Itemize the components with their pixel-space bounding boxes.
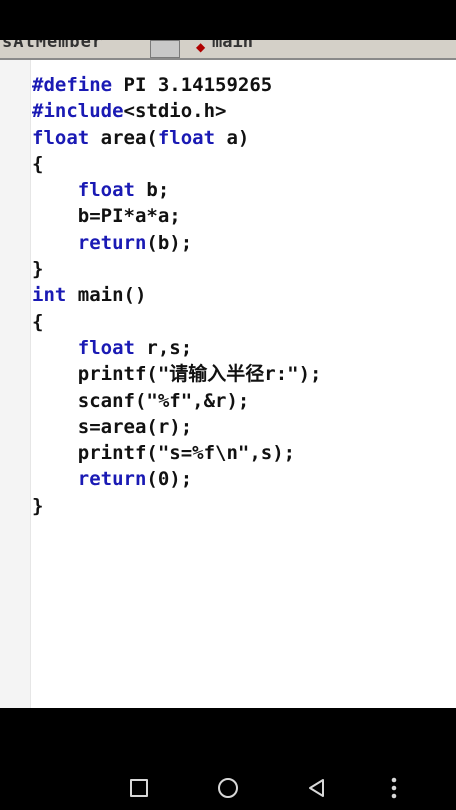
- back-button[interactable]: [297, 768, 337, 808]
- toolbar-class-combo-text[interactable]: sAtMember: [2, 40, 103, 52]
- code-text: b;: [134, 179, 170, 202]
- code-line[interactable]: float area(float a): [32, 125, 321, 151]
- code-text: b=PI*a*a;: [32, 205, 181, 228]
- code-text: area(: [89, 126, 158, 149]
- code-text: (b);: [146, 231, 193, 254]
- code-text-area[interactable]: #define PI 3.14159265 #include<stdio.h> fl…: [32, 72, 321, 519]
- code-keyword: float: [77, 336, 135, 359]
- code-line[interactable]: #include<stdio.h>: [32, 98, 321, 124]
- code-keyword: float: [32, 126, 90, 149]
- code-text: (0);: [146, 468, 193, 491]
- recents-button[interactable]: [119, 768, 159, 808]
- code-keyword: #define: [32, 74, 113, 96]
- code-line[interactable]: {: [32, 309, 321, 335]
- code-keyword: float: [157, 126, 216, 149]
- code-line[interactable]: #define PI 3.14159265: [32, 72, 321, 98]
- code-text: {: [32, 310, 44, 333]
- code-text: }: [32, 258, 44, 281]
- code-line[interactable]: scanf("%f",&r);: [32, 388, 321, 414]
- toolbar-function-combo-text[interactable]: main: [212, 40, 253, 52]
- code-line[interactable]: }: [32, 256, 321, 282]
- code-text: s=area(r);: [32, 415, 193, 438]
- editor-gutter: [0, 60, 31, 708]
- code-text: scanf("%f",&r);: [32, 389, 250, 412]
- code-text: <stdio.h>: [123, 100, 227, 123]
- phone-screen: sAtMember ◆ main #define PI 3.14159265 #i…: [0, 0, 456, 810]
- code-text: r,s;: [134, 336, 193, 359]
- code-line[interactable]: float b;: [32, 177, 321, 203]
- more-button[interactable]: [374, 768, 414, 808]
- triangle-back-icon: [309, 779, 324, 797]
- more-vertical-icon: [391, 777, 397, 799]
- code-line[interactable]: s=area(r);: [32, 414, 321, 440]
- code-text: {: [32, 152, 44, 175]
- code-line[interactable]: int main(): [32, 282, 321, 308]
- circle-icon: [218, 778, 238, 798]
- code-line[interactable]: printf("请输入半径r:");: [32, 361, 322, 387]
- code-text: printf("请输入半径r:");: [32, 363, 322, 386]
- code-text: printf("s=%f\n",s);: [32, 442, 296, 465]
- code-text: main(): [66, 284, 147, 307]
- android-navigation-bar: [0, 708, 456, 810]
- code-text: a): [215, 126, 250, 149]
- code-text: PI 3.14159265: [112, 74, 273, 96]
- code-keyword: return: [77, 468, 147, 491]
- code-line[interactable]: }: [32, 493, 321, 519]
- code-editor[interactable]: #define PI 3.14159265 #include<stdio.h> fl…: [0, 60, 456, 708]
- diamond-icon: ◆: [196, 40, 206, 54]
- code-line[interactable]: return(b);: [32, 230, 321, 256]
- toolbar-dropdown-button[interactable]: [150, 40, 180, 58]
- code-keyword: #include: [32, 100, 124, 123]
- square-icon: [130, 779, 148, 797]
- ide-toolbar: sAtMember ◆ main: [0, 40, 456, 60]
- home-button[interactable]: [208, 768, 248, 808]
- code-line[interactable]: return(0);: [32, 466, 321, 492]
- code-line[interactable]: printf("s=%f\n",s);: [32, 440, 321, 466]
- code-keyword: int: [32, 284, 67, 307]
- code-line[interactable]: float r,s;: [32, 335, 321, 361]
- code-line[interactable]: {: [32, 151, 321, 177]
- code-text: }: [32, 494, 44, 517]
- code-keyword: float: [77, 179, 135, 202]
- top-dark-area: [0, 0, 456, 40]
- code-line[interactable]: b=PI*a*a;: [32, 203, 321, 229]
- code-keyword: return: [77, 231, 147, 254]
